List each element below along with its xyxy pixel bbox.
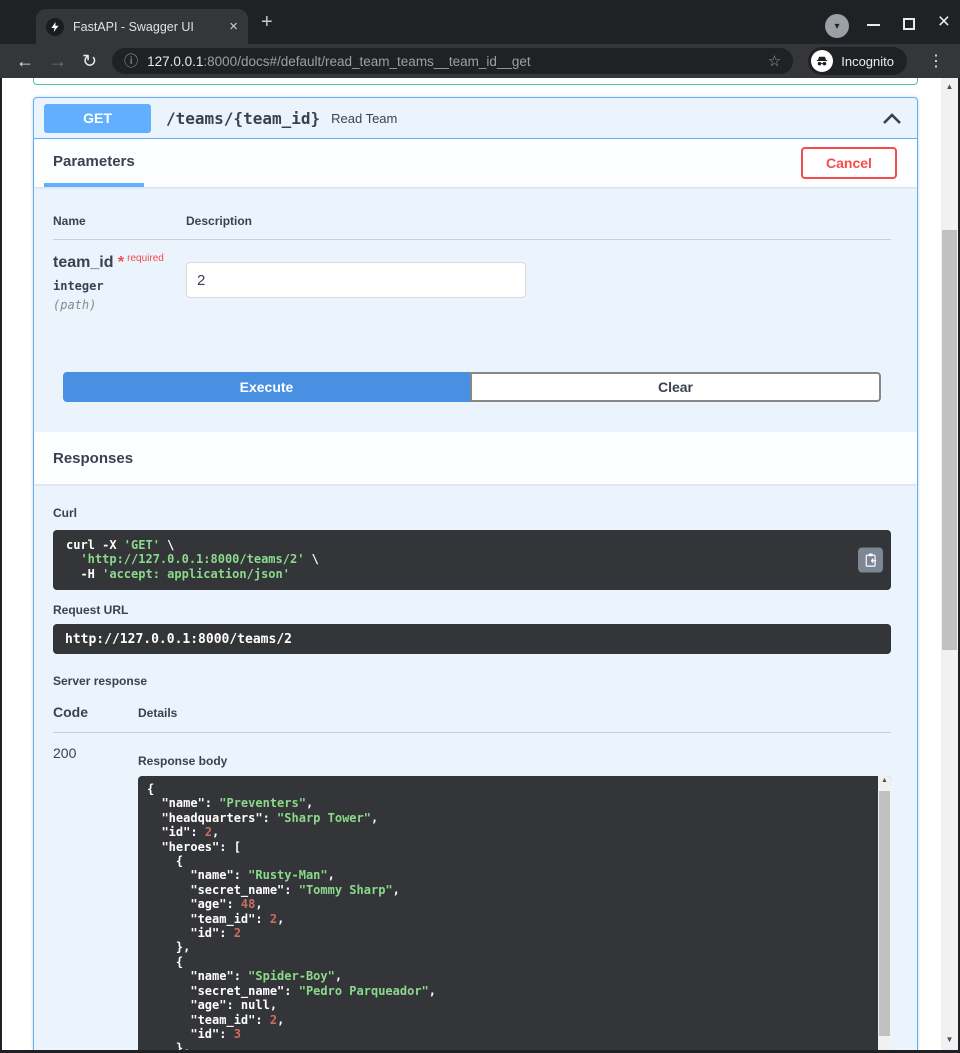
tab-close-icon[interactable]: ×: [229, 18, 238, 35]
page-scrollbar[interactable]: ▲ ▼: [941, 78, 958, 1050]
column-name-label: Name: [53, 214, 186, 228]
endpoint-path: /teams/{team_id}: [166, 109, 320, 128]
clear-button[interactable]: Clear: [470, 372, 881, 402]
required-star: *: [118, 254, 124, 271]
page-scroll-up-icon[interactable]: ▲: [941, 82, 958, 91]
execute-button[interactable]: Execute: [63, 372, 470, 402]
response-body-json: { "name": "Preventers", "headquarters": …: [147, 782, 865, 1050]
code-column-label: Code: [53, 704, 138, 720]
address-bar[interactable]: ⓘ 127.0.0.1:8000/docs#/default/read_team…: [112, 48, 793, 74]
required-label: required: [127, 253, 164, 264]
parameters-table-header: Name Description: [53, 214, 891, 240]
responses-body: Curl curl -X 'GET' \ 'http://127.0.0.1:8…: [34, 484, 917, 1050]
responses-section-header: Responses: [34, 432, 917, 484]
copy-to-clipboard-icon[interactable]: [858, 548, 883, 573]
collapse-chevron-icon[interactable]: [882, 112, 902, 125]
endpoint-summary[interactable]: GET /teams/{team_id} Read Team: [34, 98, 917, 139]
parameter-type: integer: [53, 279, 186, 293]
parameter-location: (path): [53, 298, 186, 312]
page-scrollbar-thumb[interactable]: [942, 230, 957, 650]
scrollbar-up-icon[interactable]: ▲: [878, 777, 891, 784]
parameter-meta: team_id *required integer (path): [53, 253, 186, 312]
status-code: 200: [53, 745, 138, 1050]
reload-icon[interactable]: ↻: [82, 52, 97, 70]
parameters-header: Parameters Cancel: [34, 139, 917, 187]
fastapi-favicon-icon: [46, 18, 64, 36]
incognito-badge: Incognito: [808, 47, 907, 75]
response-body-scrollbar[interactable]: ▲: [878, 776, 891, 1050]
incognito-icon: [811, 50, 833, 72]
server-response-label: Server response: [53, 674, 891, 688]
team-id-input[interactable]: [186, 262, 526, 298]
tab-strip: FastAPI - Swagger UI × + ▾ ×: [0, 0, 960, 44]
response-table-header: Code Details: [53, 704, 891, 733]
parameter-name: team_id *required: [53, 253, 186, 272]
request-url-block: http://127.0.0.1:8000/teams/2: [53, 624, 891, 654]
back-icon[interactable]: ←: [16, 52, 34, 70]
response-body-block[interactable]: { "name": "Preventers", "headquarters": …: [138, 776, 891, 1050]
forward-icon[interactable]: →: [49, 52, 67, 70]
new-tab-button[interactable]: +: [261, 11, 273, 34]
curl-label: Curl: [53, 506, 891, 520]
execute-button-group: Execute Clear: [63, 372, 881, 402]
minimize-button[interactable]: [867, 24, 880, 26]
method-badge: GET: [44, 104, 151, 133]
response-row: 200 Response body { "name": "Preventers"…: [53, 733, 891, 1050]
previous-endpoint-bottom-edge: [33, 78, 918, 85]
details-column-label: Details: [138, 706, 891, 720]
site-info-icon[interactable]: ⓘ: [124, 51, 138, 71]
browser-window: FastAPI - Swagger UI × + ▾ × ← → ↻ ⓘ 127…: [0, 0, 960, 1053]
parameters-table: Name Description team_id *required integ…: [34, 187, 917, 312]
response-details: Response body { "name": "Preventers", "h…: [138, 745, 891, 1050]
maximize-button[interactable]: [903, 18, 915, 30]
endpoint-description: Read Team: [331, 111, 882, 126]
column-description-label: Description: [186, 214, 891, 228]
parameter-row: team_id *required integer (path): [53, 240, 891, 312]
request-url-value: http://127.0.0.1:8000/teams/2: [65, 632, 292, 647]
curl-command: curl -X 'GET' \ 'http://127.0.0.1:8000/t…: [66, 538, 849, 581]
url-path: :8000/docs#/default/read_team_teams__tea…: [203, 54, 530, 69]
curl-block: curl -X 'GET' \ 'http://127.0.0.1:8000/t…: [53, 530, 891, 590]
opblock-get-teams: GET /teams/{team_id} Read Team Parameter…: [33, 97, 918, 1050]
response-body-label: Response body: [138, 754, 891, 768]
browser-toolbar: ← → ↻ ⓘ 127.0.0.1:8000/docs#/default/rea…: [0, 44, 960, 78]
cancel-button[interactable]: Cancel: [801, 147, 897, 179]
url-text: 127.0.0.1:8000/docs#/default/read_team_t…: [147, 54, 759, 69]
page-scroll-down-icon[interactable]: ▼: [941, 1035, 958, 1044]
tab-title: FastAPI - Swagger UI: [73, 20, 223, 34]
parameter-value-cell: [186, 253, 891, 312]
incognito-label: Incognito: [841, 54, 894, 69]
tab-search-icon[interactable]: ▾: [825, 14, 849, 38]
tab-parameters[interactable]: Parameters: [44, 139, 144, 187]
browser-tab[interactable]: FastAPI - Swagger UI ×: [36, 9, 248, 44]
browser-menu-icon[interactable]: ⋮: [922, 51, 950, 71]
bookmark-star-icon[interactable]: ☆: [768, 52, 781, 70]
request-url-label: Request URL: [53, 603, 891, 617]
response-scrollbar-thumb[interactable]: [879, 791, 890, 1036]
url-host: 127.0.0.1: [147, 54, 203, 69]
responses-title: Responses: [53, 450, 133, 467]
window-close-button[interactable]: ×: [938, 10, 950, 34]
swagger-page: GET /teams/{team_id} Read Team Parameter…: [2, 78, 958, 1050]
